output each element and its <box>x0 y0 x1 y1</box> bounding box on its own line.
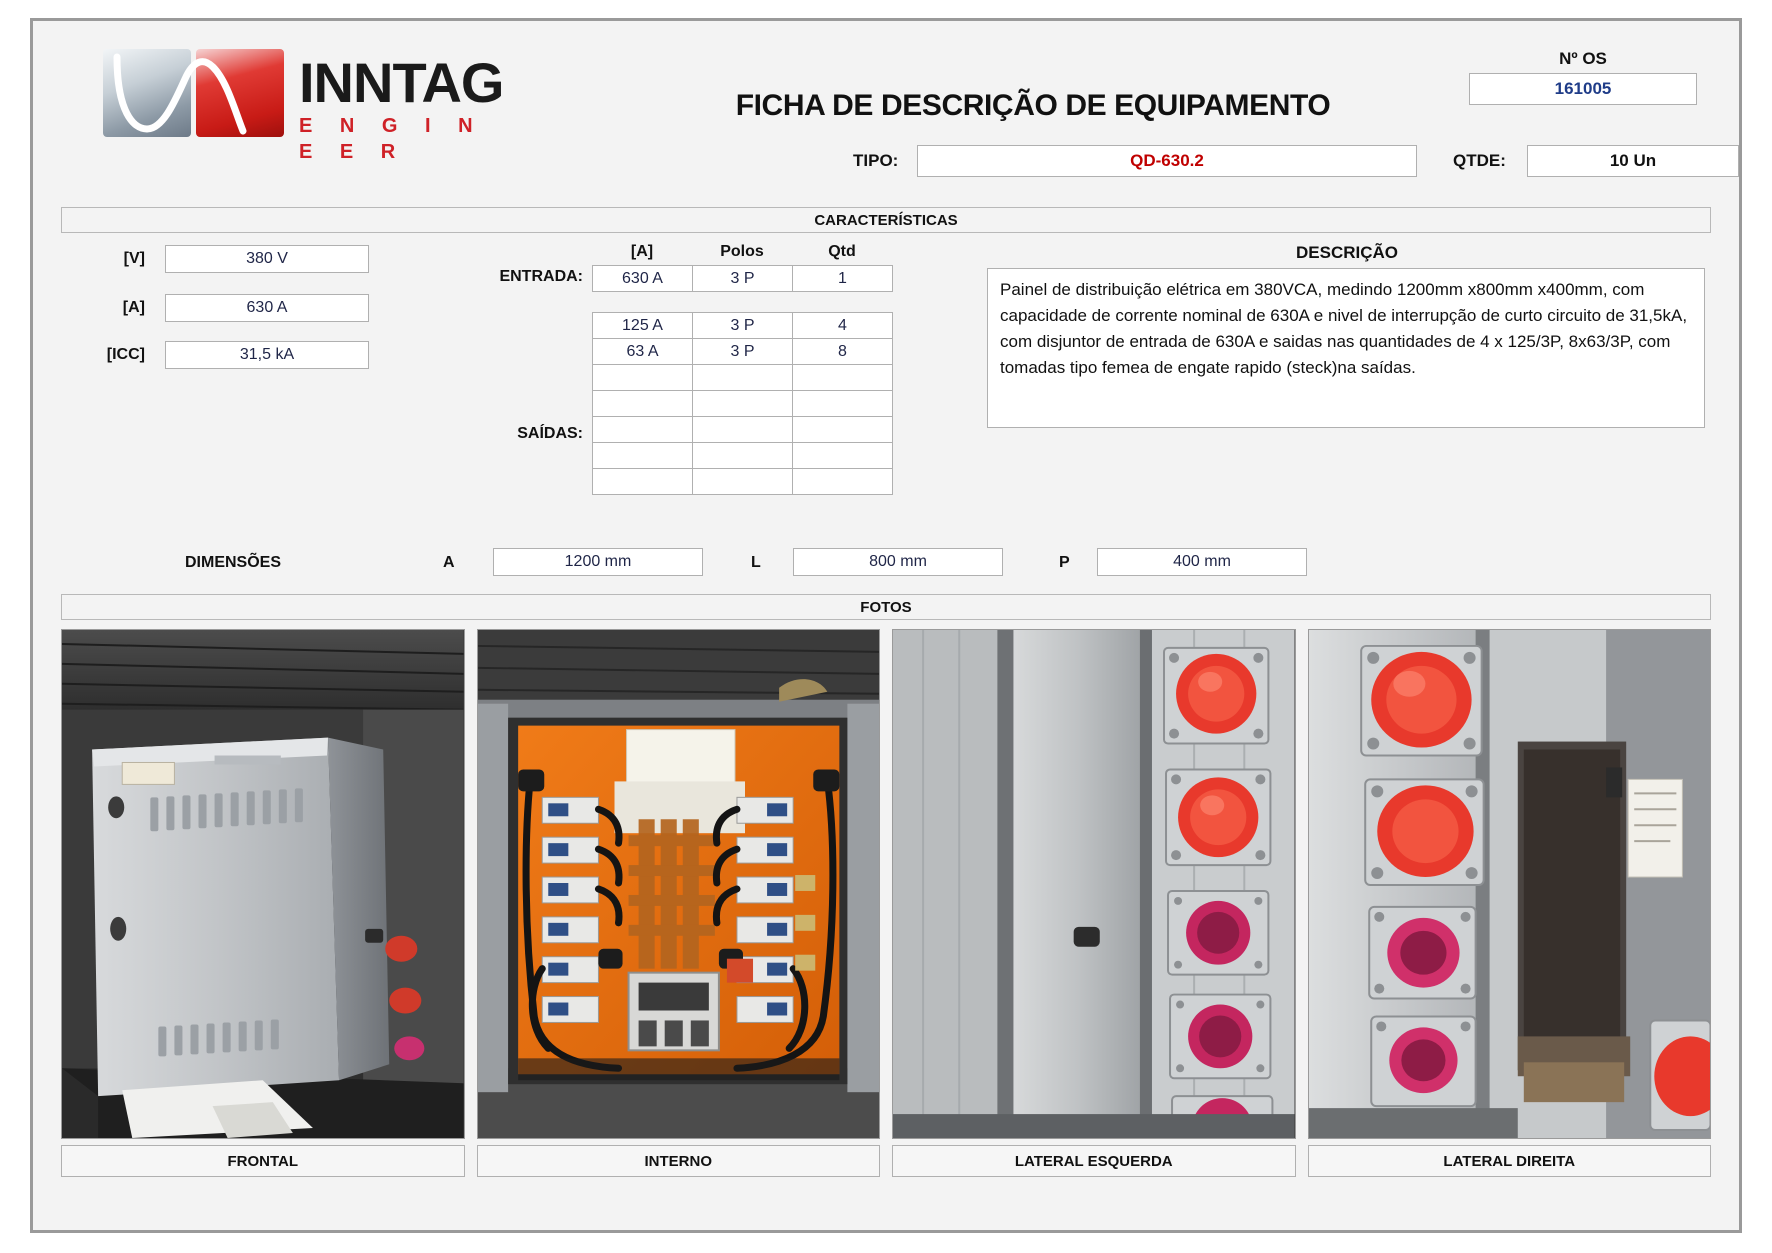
saidas-cell-polos[interactable] <box>692 364 793 391</box>
param-label-voltage: [V] <box>123 250 145 267</box>
saidas-cell-qtd[interactable] <box>792 468 893 495</box>
param-field-current[interactable]: 630 A <box>165 294 369 322</box>
saidas-table-body: 125 A 3 P 4 63 A 3 P 8 <box>592 312 893 495</box>
saidas-cell-polos[interactable] <box>692 390 793 417</box>
param-row-current: [A] 630 A <box>83 294 369 322</box>
photo-frontal-image <box>62 630 464 1138</box>
table-row[interactable] <box>592 468 893 495</box>
dimension-field-p[interactable]: 400 mm <box>1097 548 1307 576</box>
qtde-field[interactable]: 10 Un <box>1527 145 1739 177</box>
photo-interno[interactable] <box>476 629 880 1139</box>
param-row-icc: [ICC] 31,5 kA <box>83 341 369 369</box>
table-row[interactable]: 630 A 3 P 1 <box>592 265 893 292</box>
saidas-cell-amps[interactable] <box>592 416 693 443</box>
entrada-cell-amps[interactable]: 630 A <box>592 265 693 292</box>
saidas-cell-amps[interactable] <box>592 364 693 391</box>
entrada-cell-polos[interactable]: 3 P <box>692 265 793 292</box>
os-number-label: Nº OS <box>1559 49 1607 68</box>
saidas-table: 125 A 3 P 4 63 A 3 P 8 <box>592 312 893 495</box>
tipo-label: TIPO: <box>853 151 899 170</box>
saidas-cell-amps[interactable]: 125 A <box>592 312 693 339</box>
entrada-cell-qtd[interactable]: 1 <box>792 265 893 292</box>
column-header-qtd: Qtd <box>828 243 856 260</box>
saidas-cell-qtd[interactable] <box>792 364 893 391</box>
param-field-voltage[interactable]: 380 V <box>165 245 369 273</box>
table-row[interactable] <box>592 390 893 417</box>
caption-frontal: FRONTAL <box>61 1145 465 1177</box>
entrada-label: ENTRADA: <box>499 268 583 285</box>
dimension-field-l[interactable]: 800 mm <box>793 548 1003 576</box>
descricao-field[interactable]: Painel de distribuição elétrica em 380VC… <box>987 268 1705 428</box>
saidas-cell-amps[interactable] <box>592 442 693 469</box>
dimension-key-a: A <box>443 554 455 571</box>
dimensions-row: DIMENSÕES A 1200 mm L 800 mm P 400 mm <box>33 548 1739 582</box>
dimension-key-l: L <box>751 554 761 571</box>
param-label-icc: [ICC] <box>106 346 145 363</box>
saidas-cell-qtd[interactable]: 8 <box>792 338 893 365</box>
breaker-table-headers: [A] Polos Qtd <box>592 243 892 261</box>
photo-frontal[interactable] <box>61 629 465 1139</box>
dimensions-title: DIMENSÕES <box>185 554 282 571</box>
qtde-label: QTDE: <box>1453 151 1506 170</box>
caption-lateral-direita: LATERAL DIREITA <box>1307 1145 1711 1177</box>
saidas-cell-polos[interactable]: 3 P <box>692 338 793 365</box>
logo-wordmark: INNTAG E N G I N E E R <box>299 55 523 165</box>
photo-captions: FRONTAL INTERNO LATERAL ESQUERDA LATERAL… <box>61 1145 1711 1177</box>
table-row[interactable]: 63 A 3 P 8 <box>592 338 893 365</box>
column-header-polos: Polos <box>720 243 764 260</box>
saidas-cell-polos[interactable] <box>692 442 793 469</box>
saidas-cell-amps[interactable] <box>592 390 693 417</box>
param-row-voltage: [V] 380 V <box>83 245 369 273</box>
page-title: FICHA DE DESCRIÇÃO DE EQUIPAMENTO <box>735 89 1331 122</box>
dimension-field-a[interactable]: 1200 mm <box>493 548 703 576</box>
logo-mark <box>103 49 285 137</box>
photo-lateral-direita[interactable] <box>1307 629 1711 1139</box>
entrada-table: 630 A 3 P 1 <box>592 265 893 292</box>
saidas-cell-amps[interactable] <box>592 468 693 495</box>
saidas-cell-qtd[interactable] <box>792 390 893 417</box>
caption-interno: INTERNO <box>476 1145 880 1177</box>
sheet-header: INNTAG E N G I N E E R FICHA DE DESCRIÇÃ… <box>33 21 1739 177</box>
characteristics-body: [V] 380 V [A] 630 A [ICC] 31,5 kA [A] Po… <box>33 235 1739 591</box>
saidas-cell-polos[interactable] <box>692 416 793 443</box>
saidas-cell-polos[interactable]: 3 P <box>692 312 793 339</box>
saidas-cell-amps[interactable]: 63 A <box>592 338 693 365</box>
entrada-table-body: 630 A 3 P 1 <box>592 265 893 292</box>
logo-wave-icon <box>113 53 247 135</box>
caption-lateral-esquerda: LATERAL ESQUERDA <box>892 1145 1296 1177</box>
column-header-amps: [A] <box>630 243 654 260</box>
photo-lateral-direita-image <box>1308 630 1710 1138</box>
table-row[interactable] <box>592 364 893 391</box>
saidas-label: SAÍDAS: <box>517 425 583 442</box>
logo-engineer-text: E N G I N E E R <box>299 115 484 163</box>
dimension-key-p: P <box>1059 554 1070 571</box>
logo-inntag-text: INNTAG <box>299 51 505 114</box>
section-header-fotos: FOTOS <box>61 594 1711 620</box>
param-field-icc[interactable]: 31,5 kA <box>165 341 369 369</box>
tipo-field[interactable]: QD-630.2 <box>917 145 1417 177</box>
os-number-field[interactable]: 161005 <box>1469 73 1697 105</box>
saidas-cell-qtd[interactable] <box>792 442 893 469</box>
saidas-cell-qtd[interactable] <box>792 416 893 443</box>
photo-gallery <box>61 629 1711 1139</box>
equipment-description-sheet: INNTAG E N G I N E E R FICHA DE DESCRIÇÃ… <box>30 18 1742 1233</box>
photo-interno-image <box>477 630 879 1138</box>
photo-lateral-esquerda[interactable] <box>892 629 1296 1139</box>
photo-lateral-esquerda-image <box>893 630 1295 1138</box>
section-header-caracteristicas: CARACTERÍSTICAS <box>61 207 1711 233</box>
saidas-cell-polos[interactable] <box>692 468 793 495</box>
param-label-current: [A] <box>122 299 145 316</box>
table-row[interactable]: 125 A 3 P 4 <box>592 312 893 339</box>
table-row[interactable] <box>592 442 893 469</box>
company-logo: INNTAG E N G I N E E R <box>103 49 523 163</box>
saidas-cell-qtd[interactable]: 4 <box>792 312 893 339</box>
table-row[interactable] <box>592 416 893 443</box>
descricao-title: DESCRIÇÃO <box>1295 243 1398 262</box>
